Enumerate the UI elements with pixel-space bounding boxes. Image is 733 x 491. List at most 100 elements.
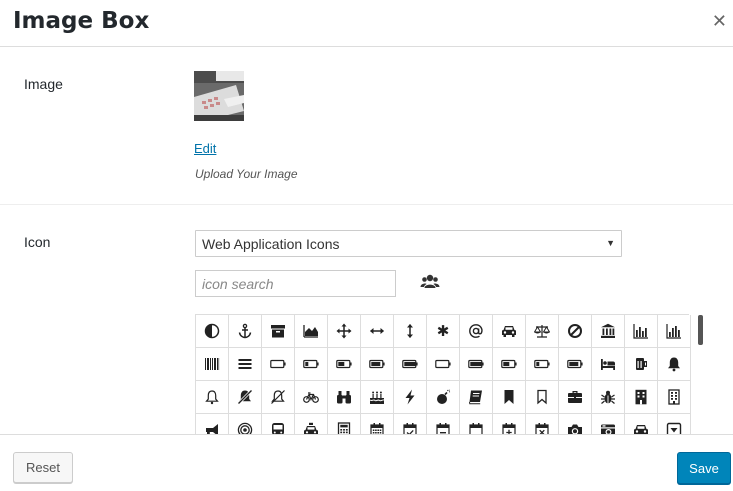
users-icon[interactable] — [420, 272, 440, 292]
icon-grid-cell[interactable] — [658, 381, 691, 414]
asterisk-icon: ✱ — [436, 321, 450, 340]
icon-grid-cell[interactable] — [295, 315, 328, 348]
cab-icon — [304, 422, 318, 434]
icon-grid-cell[interactable] — [295, 381, 328, 414]
archive-icon — [271, 325, 285, 338]
icon-grid-cell[interactable] — [592, 381, 625, 414]
icon-grid-cell[interactable] — [526, 381, 559, 414]
bolt-icon — [405, 389, 415, 405]
battery-empty-icon — [270, 359, 286, 369]
arrows-v-icon — [407, 324, 413, 338]
icon-grid-cell[interactable] — [559, 414, 592, 434]
bars-icon — [238, 359, 252, 369]
icon-grid-cell[interactable] — [262, 315, 295, 348]
edit-image-link[interactable]: Edit — [194, 141, 216, 156]
icon-grid-cell[interactable] — [262, 348, 295, 381]
icon-grid-cell[interactable] — [460, 315, 493, 348]
icon-search-input[interactable] — [195, 270, 396, 297]
icon-grid-cell[interactable] — [196, 315, 229, 348]
camera-retro-icon — [601, 424, 615, 434]
bicycle-icon — [303, 392, 319, 403]
icon-grid-cell[interactable] — [361, 348, 394, 381]
car-icon — [634, 425, 648, 434]
bug-icon — [601, 390, 615, 404]
icon-library-select[interactable]: Web Application Icons ▼ — [195, 230, 622, 257]
icon-grid-cell[interactable] — [361, 414, 394, 434]
icon-grid-cell[interactable] — [526, 414, 559, 434]
icon-grid-cell[interactable] — [625, 381, 658, 414]
icon-grid-cell[interactable] — [592, 315, 625, 348]
bar-chart-icon — [633, 324, 648, 339]
icon-grid-cell[interactable] — [658, 315, 691, 348]
image-thumbnail[interactable] — [194, 71, 244, 121]
bus-icon — [272, 423, 284, 434]
save-button[interactable]: Save — [677, 452, 731, 484]
icon-grid-cell[interactable] — [592, 348, 625, 381]
icon-grid-cell[interactable] — [229, 348, 262, 381]
icon-grid-cell[interactable] — [295, 348, 328, 381]
icon-grid-cell[interactable] — [658, 348, 691, 381]
icon-grid-cell[interactable] — [361, 381, 394, 414]
icon-grid-cell[interactable] — [361, 315, 394, 348]
icon-grid-cell[interactable] — [328, 315, 361, 348]
battery-full-icon — [468, 359, 484, 369]
icon-grid-cell[interactable] — [394, 414, 427, 434]
icon-grid-cell[interactable] — [625, 315, 658, 348]
icon-grid-cell[interactable] — [526, 315, 559, 348]
icon-grid-cell[interactable] — [460, 381, 493, 414]
icon-field-label: Icon — [24, 234, 51, 250]
icon-grid-cell[interactable] — [196, 348, 229, 381]
icon-grid-cell[interactable] — [559, 315, 592, 348]
icon-grid-cell[interactable] — [625, 348, 658, 381]
icon-grid-cell[interactable] — [658, 414, 691, 434]
close-icon[interactable]: ✕ — [712, 12, 727, 30]
arrows-h-icon — [370, 328, 384, 334]
icon-grid-cell[interactable]: ✱ — [427, 315, 460, 348]
icon-grid-cell[interactable] — [625, 414, 658, 434]
icon-grid-cell[interactable] — [262, 414, 295, 434]
icon-grid-cell[interactable] — [493, 381, 526, 414]
icon-grid-cell[interactable] — [328, 348, 361, 381]
icon-grid-cell[interactable] — [493, 414, 526, 434]
icon-grid-cell[interactable] — [592, 414, 625, 434]
beer-icon — [636, 358, 647, 370]
icon-grid-cell[interactable] — [559, 348, 592, 381]
icon-grid-cell[interactable] — [196, 381, 229, 414]
briefcase-icon — [568, 391, 582, 403]
icon-grid-cell[interactable] — [460, 348, 493, 381]
icon-grid-cell[interactable] — [493, 315, 526, 348]
icon-grid-cell[interactable] — [427, 348, 460, 381]
icon-grid-cell[interactable] — [196, 414, 229, 434]
icon-grid-cell[interactable] — [394, 348, 427, 381]
battery-quarter-icon — [303, 359, 319, 369]
icon-grid-cell[interactable] — [559, 381, 592, 414]
icon-grid-cell[interactable] — [229, 315, 262, 348]
calendar-times-o-icon — [535, 423, 549, 434]
icon-grid-cell[interactable] — [526, 348, 559, 381]
icon-grid-cell[interactable] — [493, 348, 526, 381]
bar-chart-o-icon — [666, 324, 681, 339]
icon-grid-cell[interactable] — [328, 381, 361, 414]
icon-grid-cell[interactable] — [427, 381, 460, 414]
bullseye-icon — [237, 422, 253, 434]
icon-grid-cell[interactable] — [460, 414, 493, 434]
automobile-icon — [502, 326, 516, 337]
reset-button[interactable]: Reset — [13, 452, 73, 483]
bell-o-icon — [205, 390, 219, 405]
calendar-icon — [370, 423, 384, 434]
book-icon — [469, 390, 482, 405]
calendar-check-o-icon — [403, 423, 417, 434]
battery-half-icon — [336, 359, 352, 369]
icon-grid-cell[interactable] — [394, 315, 427, 348]
scrollbar-thumb[interactable] — [698, 315, 703, 345]
icon-grid-cell[interactable] — [427, 414, 460, 434]
icon-grid-cell[interactable] — [328, 414, 361, 434]
icon-grid-cell[interactable] — [229, 414, 262, 434]
battery-quarter-icon — [534, 359, 550, 369]
icon-grid-cell[interactable] — [295, 414, 328, 434]
icon-grid-cell[interactable] — [394, 381, 427, 414]
icon-grid-cell[interactable] — [262, 381, 295, 414]
battery-full-icon — [402, 359, 418, 369]
icon-grid-cell[interactable] — [229, 381, 262, 414]
modal-footer: Reset Save — [0, 434, 733, 491]
